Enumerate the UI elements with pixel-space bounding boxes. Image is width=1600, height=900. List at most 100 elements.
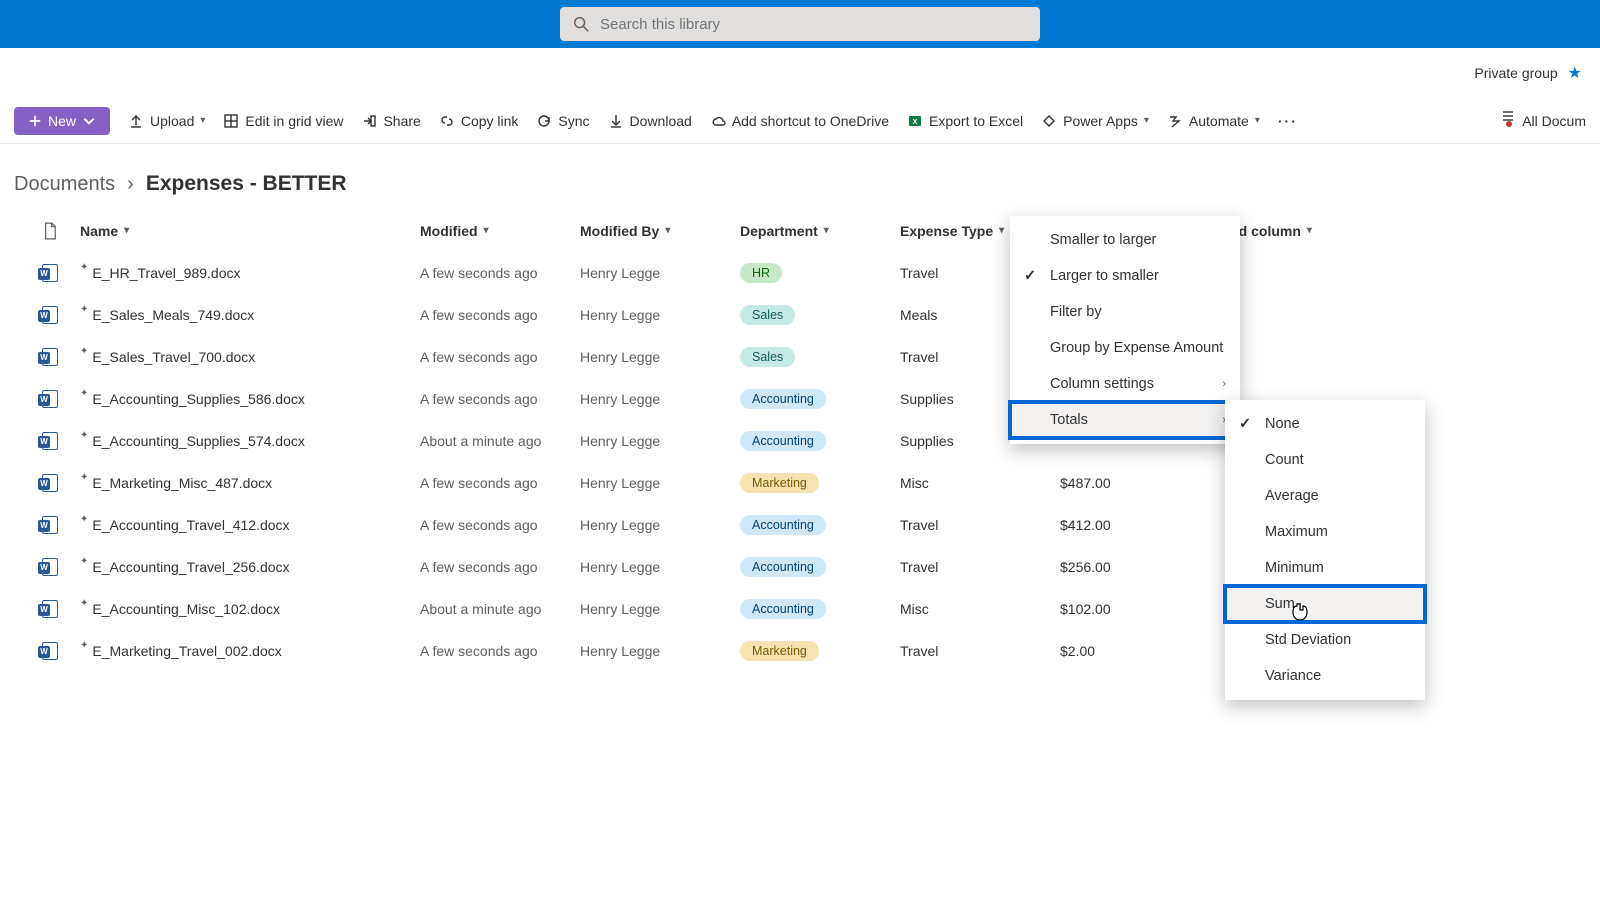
file-name-cell[interactable]: ✦ E_HR_Travel_989.docx xyxy=(80,265,420,281)
file-name-cell[interactable]: ✦ E_Accounting_Supplies_574.docx xyxy=(80,433,420,449)
new-indicator-icon: ✦ xyxy=(80,514,88,525)
automate-button[interactable]: Automate ▾ xyxy=(1167,113,1260,129)
file-type-icon: W xyxy=(20,474,80,492)
column-context-menu: Smaller to larger Larger to smaller Filt… xyxy=(1010,216,1240,444)
file-name-cell[interactable]: ✦ E_Marketing_Travel_002.docx xyxy=(80,643,420,659)
col-icon[interactable] xyxy=(20,222,80,240)
department-cell: Marketing xyxy=(740,473,900,493)
export-excel-button[interactable]: X Export to Excel xyxy=(907,113,1023,129)
totals-stddev[interactable]: Std Deviation xyxy=(1225,622,1425,658)
file-name-label: E_Accounting_Travel_256.docx xyxy=(92,559,289,575)
menu-sort-desc[interactable]: Larger to smaller xyxy=(1010,258,1240,294)
modified-by-cell: Henry Legge xyxy=(580,433,740,449)
file-name-label: E_HR_Travel_989.docx xyxy=(92,265,240,281)
totals-maximum-label: Maximum xyxy=(1265,524,1328,540)
file-name-cell[interactable]: ✦ E_Accounting_Travel_256.docx xyxy=(80,559,420,575)
col-modified-label: Modified xyxy=(420,223,478,239)
chevron-right-icon: › xyxy=(1222,378,1226,390)
menu-sort-asc[interactable]: Smaller to larger xyxy=(1010,222,1240,258)
document-grid: Name▾ Modified▾ Modified By ▾ Department▾… xyxy=(0,210,1600,872)
download-label: Download xyxy=(630,113,692,129)
file-name-cell[interactable]: ✦ E_Accounting_Misc_102.docx xyxy=(80,601,420,617)
download-button[interactable]: Download xyxy=(608,113,692,129)
export-excel-label: Export to Excel xyxy=(929,113,1023,129)
table-row[interactable]: W ✦ E_HR_Travel_989.docx A few seconds a… xyxy=(20,252,1580,294)
file-name-cell[interactable]: ✦ E_Sales_Meals_749.docx xyxy=(80,307,420,323)
modified-by-cell: Henry Legge xyxy=(580,601,740,617)
sync-button[interactable]: Sync xyxy=(536,113,589,129)
totals-stddev-label: Std Deviation xyxy=(1265,632,1351,648)
modified-by-cell: Henry Legge xyxy=(580,265,740,281)
table-row[interactable]: W ✦ E_Sales_Travel_700.docx A few second… xyxy=(20,336,1580,378)
expense-type-cell: Travel xyxy=(900,559,1060,575)
expense-type-cell: Travel xyxy=(900,643,1060,659)
department-cell: Sales xyxy=(740,305,900,325)
chevron-down-icon xyxy=(82,114,96,128)
totals-count-label: Count xyxy=(1265,452,1304,468)
totals-count[interactable]: Count xyxy=(1225,442,1425,478)
col-department[interactable]: Department▾ xyxy=(740,223,900,239)
menu-sort-asc-label: Smaller to larger xyxy=(1050,232,1156,248)
modified-cell: A few seconds ago xyxy=(420,391,580,407)
add-shortcut-button[interactable]: Add shortcut to OneDrive xyxy=(710,113,889,129)
col-name[interactable]: Name▾ xyxy=(80,223,420,239)
chevron-down-icon: ▾ xyxy=(1144,115,1149,126)
file-name-cell[interactable]: ✦ E_Marketing_Misc_487.docx xyxy=(80,475,420,491)
modified-cell: A few seconds ago xyxy=(420,265,580,281)
file-name-cell[interactable]: ✦ E_Accounting_Travel_412.docx xyxy=(80,517,420,533)
menu-group-by[interactable]: Group by Expense Amount xyxy=(1010,330,1240,366)
modified-cell: About a minute ago xyxy=(420,433,580,449)
col-department-label: Department xyxy=(740,223,818,239)
menu-totals[interactable]: Totals› xyxy=(1010,402,1240,438)
excel-icon: X xyxy=(907,113,923,129)
search-input[interactable] xyxy=(600,16,1028,33)
add-column-button[interactable]: Add column ▾ xyxy=(1200,223,1580,239)
col-modified[interactable]: Modified▾ xyxy=(420,223,580,239)
share-button[interactable]: Share xyxy=(361,113,420,129)
modified-by-cell: Henry Legge xyxy=(580,559,740,575)
new-button[interactable]: New xyxy=(14,107,110,135)
view-selector[interactable]: All Docum xyxy=(1500,108,1586,133)
totals-sum[interactable]: Sum xyxy=(1225,586,1425,622)
edit-grid-button[interactable]: Edit in grid view xyxy=(223,113,343,129)
file-type-icon: W xyxy=(20,432,80,450)
col-modified-by-label: Modified By xyxy=(580,223,659,239)
copy-link-button[interactable]: Copy link xyxy=(439,113,519,129)
file-name-label: E_Accounting_Supplies_574.docx xyxy=(92,433,305,449)
col-modified-by[interactable]: Modified By ▾ xyxy=(580,223,740,239)
totals-maximum[interactable]: Maximum xyxy=(1225,514,1425,550)
totals-average-label: Average xyxy=(1265,488,1319,504)
expense-amount-cell: $487.00 xyxy=(1060,475,1200,491)
department-cell: Accounting xyxy=(740,515,900,535)
file-name-cell[interactable]: ✦ E_Accounting_Supplies_586.docx xyxy=(80,391,420,407)
department-cell: Marketing xyxy=(740,641,900,661)
new-indicator-icon: ✦ xyxy=(80,346,88,357)
totals-average[interactable]: Average xyxy=(1225,478,1425,514)
follow-star-icon[interactable]: ★ xyxy=(1568,63,1582,83)
chevron-down-icon: ▾ xyxy=(200,115,205,126)
menu-filter-by[interactable]: Filter by xyxy=(1010,294,1240,330)
totals-none-label: None xyxy=(1265,416,1300,432)
new-indicator-icon: ✦ xyxy=(80,262,88,273)
copy-link-label: Copy link xyxy=(461,113,519,129)
chevron-down-icon: ▾ xyxy=(665,225,670,236)
menu-column-settings[interactable]: Column settings› xyxy=(1010,366,1240,402)
power-apps-button[interactable]: Power Apps ▾ xyxy=(1041,113,1149,129)
expense-amount-cell: $412.00 xyxy=(1060,517,1200,533)
modified-by-cell: Henry Legge xyxy=(580,307,740,323)
totals-minimum[interactable]: Minimum xyxy=(1225,550,1425,586)
file-name-cell[interactable]: ✦ E_Sales_Travel_700.docx xyxy=(80,349,420,365)
search-box[interactable] xyxy=(560,7,1040,41)
table-row[interactable]: W ✦ E_Sales_Meals_749.docx A few seconds… xyxy=(20,294,1580,336)
department-cell: Accounting xyxy=(740,389,900,409)
totals-variance[interactable]: Variance xyxy=(1225,658,1425,694)
breadcrumb-root[interactable]: Documents xyxy=(14,173,115,196)
more-actions-button[interactable]: ··· xyxy=(1278,113,1298,129)
expense-type-cell: Misc xyxy=(900,475,1060,491)
totals-minimum-label: Minimum xyxy=(1265,560,1324,576)
totals-none[interactable]: None xyxy=(1225,406,1425,442)
new-indicator-icon: ✦ xyxy=(80,304,88,315)
command-bar: New Upload ▾ Edit in grid view Share Cop… xyxy=(0,98,1600,144)
totals-submenu: None Count Average Maximum Minimum Sum S… xyxy=(1225,400,1425,700)
upload-button[interactable]: Upload ▾ xyxy=(128,113,205,129)
